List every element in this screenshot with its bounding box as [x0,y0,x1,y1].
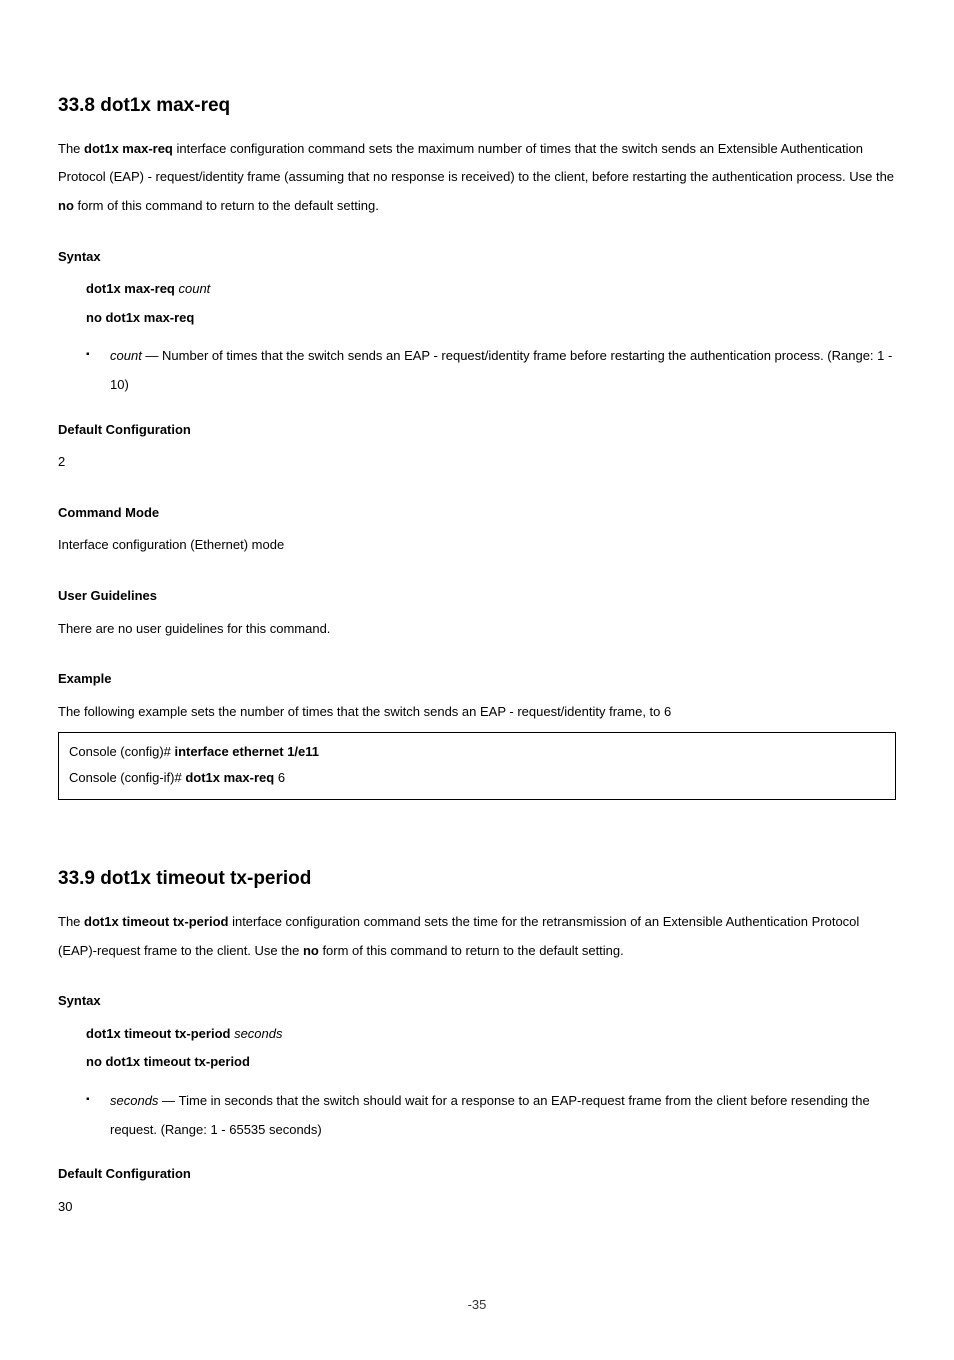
description-2: The dot1x timeout tx-period interface co… [58,908,896,965]
cmd: interface ethernet 1/e11 [175,744,320,759]
no-keyword: no [58,198,74,213]
no-keyword: no [303,943,319,958]
param-name: seconds — [110,1093,179,1108]
param-bullet-1: count — Number of times that the switch … [86,342,896,399]
section-heading-1: 33.8 dot1x max-req [58,85,896,127]
syntax-cmd: dot1x timeout tx-period [86,1026,234,1041]
mode-heading-1: Command Mode [58,499,896,528]
syntax-arg: count [178,281,210,296]
page-number: -35 [58,1291,896,1320]
code-example-1: Console (config)# interface ethernet 1/e… [58,732,896,800]
description-1: The dot1x max-req interface configuratio… [58,135,896,221]
example-heading-1: Example [58,665,896,694]
syntax-line-no: no dot1x timeout tx-period [58,1048,896,1077]
default-value-1: 2 [58,448,896,477]
cmd-name: dot1x max-req [84,141,173,156]
default-value-2: 30 [58,1193,896,1222]
code-line: Console (config)# interface ethernet 1/e… [69,739,885,765]
cmd-name: dot1x timeout tx-period [84,914,228,929]
code-line: Console (config-if)# dot1x max-req 6 [69,765,885,791]
param-bullet-2: seconds — Time in seconds that the switc… [86,1087,896,1144]
syntax-line: dot1x timeout tx-period seconds [58,1020,896,1049]
ug-heading-1: User Guidelines [58,582,896,611]
example-text-1: The following example sets the number of… [58,698,896,727]
syntax-line: dot1x max-req count [58,275,896,304]
prompt: Console (config-if)# [69,770,185,785]
arg: 6 [278,770,285,785]
mode-value-1: Interface configuration (Ethernet) mode [58,531,896,560]
cmd: dot1x max-req [185,770,277,785]
param-text: Time in seconds that the switch should w… [110,1093,870,1137]
prompt: Console (config)# [69,744,175,759]
text: form of this command to return to the de… [74,198,379,213]
default-heading-1: Default Configuration [58,416,896,445]
text: The [58,914,84,929]
section-heading-2: 33.9 dot1x timeout tx-period [58,858,896,900]
text: interface configuration command sets the… [58,141,894,185]
param-text: Number of times that the switch sends an… [110,348,892,392]
text: The [58,141,84,156]
syntax-line-no: no dot1x max-req [58,304,896,333]
syntax-cmd: dot1x max-req [86,281,178,296]
default-heading-2: Default Configuration [58,1160,896,1189]
ug-value-1: There are no user guidelines for this co… [58,615,896,644]
text: form of this command to return to the de… [319,943,624,958]
syntax-heading-2: Syntax [58,987,896,1016]
param-name: count — [110,348,162,363]
syntax-heading-1: Syntax [58,243,896,272]
syntax-arg: seconds [234,1026,282,1041]
